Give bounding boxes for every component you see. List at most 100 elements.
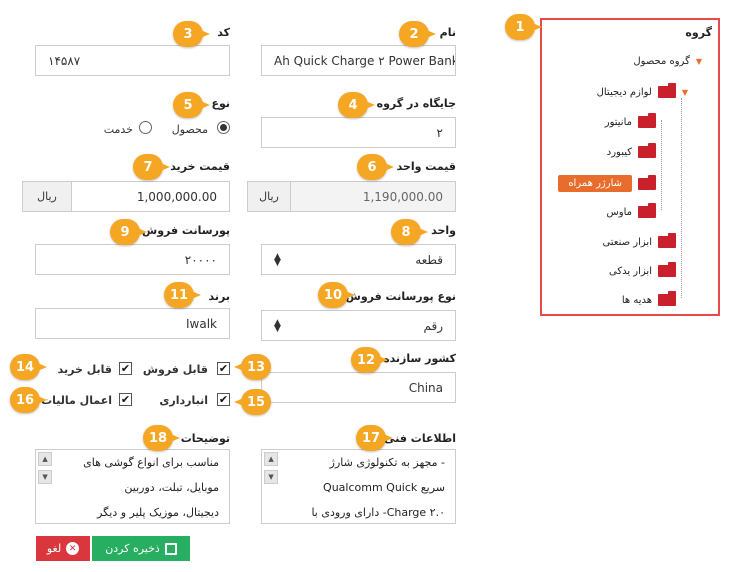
textarea-line: سریع Qualcomm Quick [323,481,445,494]
save-button-label: ذخیره کردن [105,542,160,555]
annotation-badge-1: 1 [505,14,542,40]
sort-arrows-icon: ▲ ▼ [274,251,281,268]
tree-node-root[interactable]: ▼ گروه محصول [633,56,702,67]
buyable-checkbox[interactable]: ✔ [119,362,132,375]
buy-price-currency: ریال [22,181,72,212]
tree-node-label: گروه محصول [633,56,690,67]
description-textarea[interactable]: مناسب برای انواع گوشی های موبایل، تبلت، … [35,449,230,524]
annotation-badge-15: 15 [234,389,271,415]
tree-node-charger[interactable]: شارژر همراه [558,174,656,192]
tree-node-keyboard[interactable]: کیبورد [606,143,656,158]
tree-node-label: ماوس [606,206,632,218]
brand-input[interactable]: Iwalk [35,308,230,339]
scroll-up-icon[interactable]: ▲ [38,452,52,466]
buy-price-label: قیمت خرید [170,160,230,173]
annotation-badge-16: 16 [10,387,47,413]
textarea-line: دیجیتال، موزیک پلیر و دیگر [97,506,219,519]
folder-icon [657,83,676,98]
folder-icon [638,113,656,128]
tech-info-textarea[interactable]: - مجهز به تکنولوژی شارژ سریع Qualcomm Qu… [261,449,456,524]
folder-icon [658,262,676,277]
annotation-badge-4: 4 [338,92,375,118]
folder-icon [658,233,676,248]
code-label: کد [217,26,230,39]
save-button[interactable]: ذخیره کردن [92,536,190,561]
type-service-label: خدمت [103,123,133,136]
commission-type-select-value: رقم [423,318,443,333]
folder-icon [638,203,656,218]
name-input[interactable]: Ah Quick Charge ۲ Power Bank [261,45,456,76]
type-product-label: محصول [171,123,208,136]
scrollbar[interactable]: ▲ ▼ [264,452,278,521]
tree-title: گروه [685,26,712,39]
position-input[interactable]: ۲ [261,117,456,148]
commission-input[interactable]: ۲۰۰۰۰ [35,244,230,275]
textarea-line: موبایل، تبلت، دوربین [124,481,219,494]
unit-label: واحد [431,224,456,237]
commission-type-select[interactable]: رقم ▲ ▼ [261,310,456,341]
type-service-radio[interactable] [139,121,152,134]
tree-node-digital[interactable]: ▼ لوازم دیجیتال [597,83,688,98]
scroll-down-icon[interactable]: ▼ [264,470,278,484]
tree-node-label: ابزار یدکی [609,265,652,277]
sellable-checkbox[interactable]: ✔ [217,362,230,375]
tree-node-industrial[interactable]: ابزار صنعتی [602,233,676,248]
tree-node-label: ابزار صنعتی [602,236,652,248]
tree-node-mouse[interactable]: ماوس [606,203,656,218]
tree-node-spare[interactable]: ابزار یدکی [609,262,676,277]
tree-node-label-selected: شارژر همراه [558,175,632,192]
sellable-label: قابل فروش [142,363,208,376]
folder-icon [638,174,656,190]
cancel-button-label: لغو [46,542,62,555]
tree-node-monitor[interactable]: مانیتور [604,113,656,128]
scrollbar[interactable]: ▲ ▼ [38,452,52,521]
brand-label: برند [208,290,230,303]
textarea-line: مناسب برای انواع گوشی های [83,456,219,469]
unit-price-label: قیمت واحد [396,160,456,173]
annotation-badge-9: 9 [110,219,147,245]
annotation-badge-3: 3 [173,21,210,47]
description-label: توضیحات [180,432,230,445]
annotation-badge-13: 13 [234,354,271,380]
tech-info-label: اطلاعات فنی [384,432,456,445]
group-tree-panel: گروه ▼ گروه محصول ▼ لوازم دیجیتال مانیتو… [540,18,720,316]
unit-price-input[interactable]: 1,190,000.00 [290,181,456,212]
type-product-radio[interactable] [217,121,230,134]
buyable-label: قابل خرید [57,363,112,376]
tree-node-label: هدیه ها [621,294,652,306]
folder-icon [638,143,656,158]
position-label: جایگاه در گروه [376,97,456,110]
inventory-checkbox[interactable]: ✔ [217,393,230,406]
commission-type-label: نوع پورسانت فروش [345,290,456,303]
name-label: نام [439,26,456,39]
country-label: کشور سازنده [383,352,456,365]
tree-node-label: کیبورد [606,146,632,158]
annotation-badge-2: 2 [399,21,436,47]
annotation-badge-6: 6 [357,154,394,180]
annotation-badge-8: 8 [391,219,428,245]
expand-arrow-icon[interactable]: ▼ [696,57,702,66]
tree-node-label: مانیتور [604,116,632,128]
cancel-button[interactable]: ✕ لغو [36,536,90,561]
expand-arrow-icon[interactable]: ▼ [682,88,688,97]
annotation-badge-12: 12 [351,347,388,373]
type-label: نوع [211,97,230,110]
unit-price-currency: ریال [247,181,291,212]
inventory-label: انبارداری [159,394,208,407]
code-input[interactable]: ۱۴۵۸۷ [35,45,230,76]
sort-arrows-icon: ▲ ▼ [274,317,281,334]
commission-label: پورسانت فروش [142,224,230,237]
close-circle-icon: ✕ [66,542,80,555]
tax-checkbox[interactable]: ✔ [119,393,132,406]
country-input[interactable]: China [261,372,456,403]
tree-guide-line [661,120,662,210]
annotation-badge-5: 5 [173,92,210,118]
tree-node-gifts[interactable]: هدیه ها [621,291,676,306]
buy-price-input[interactable]: 1,000,000.00 [71,181,230,212]
scroll-up-icon[interactable]: ▲ [264,452,278,466]
folder-icon [658,291,676,306]
tax-label: اعمال مالیات [41,394,112,407]
annotation-badge-17: 17 [356,425,393,451]
scroll-down-icon[interactable]: ▼ [38,470,52,484]
unit-select[interactable]: قطعه ▲ ▼ [261,244,456,275]
